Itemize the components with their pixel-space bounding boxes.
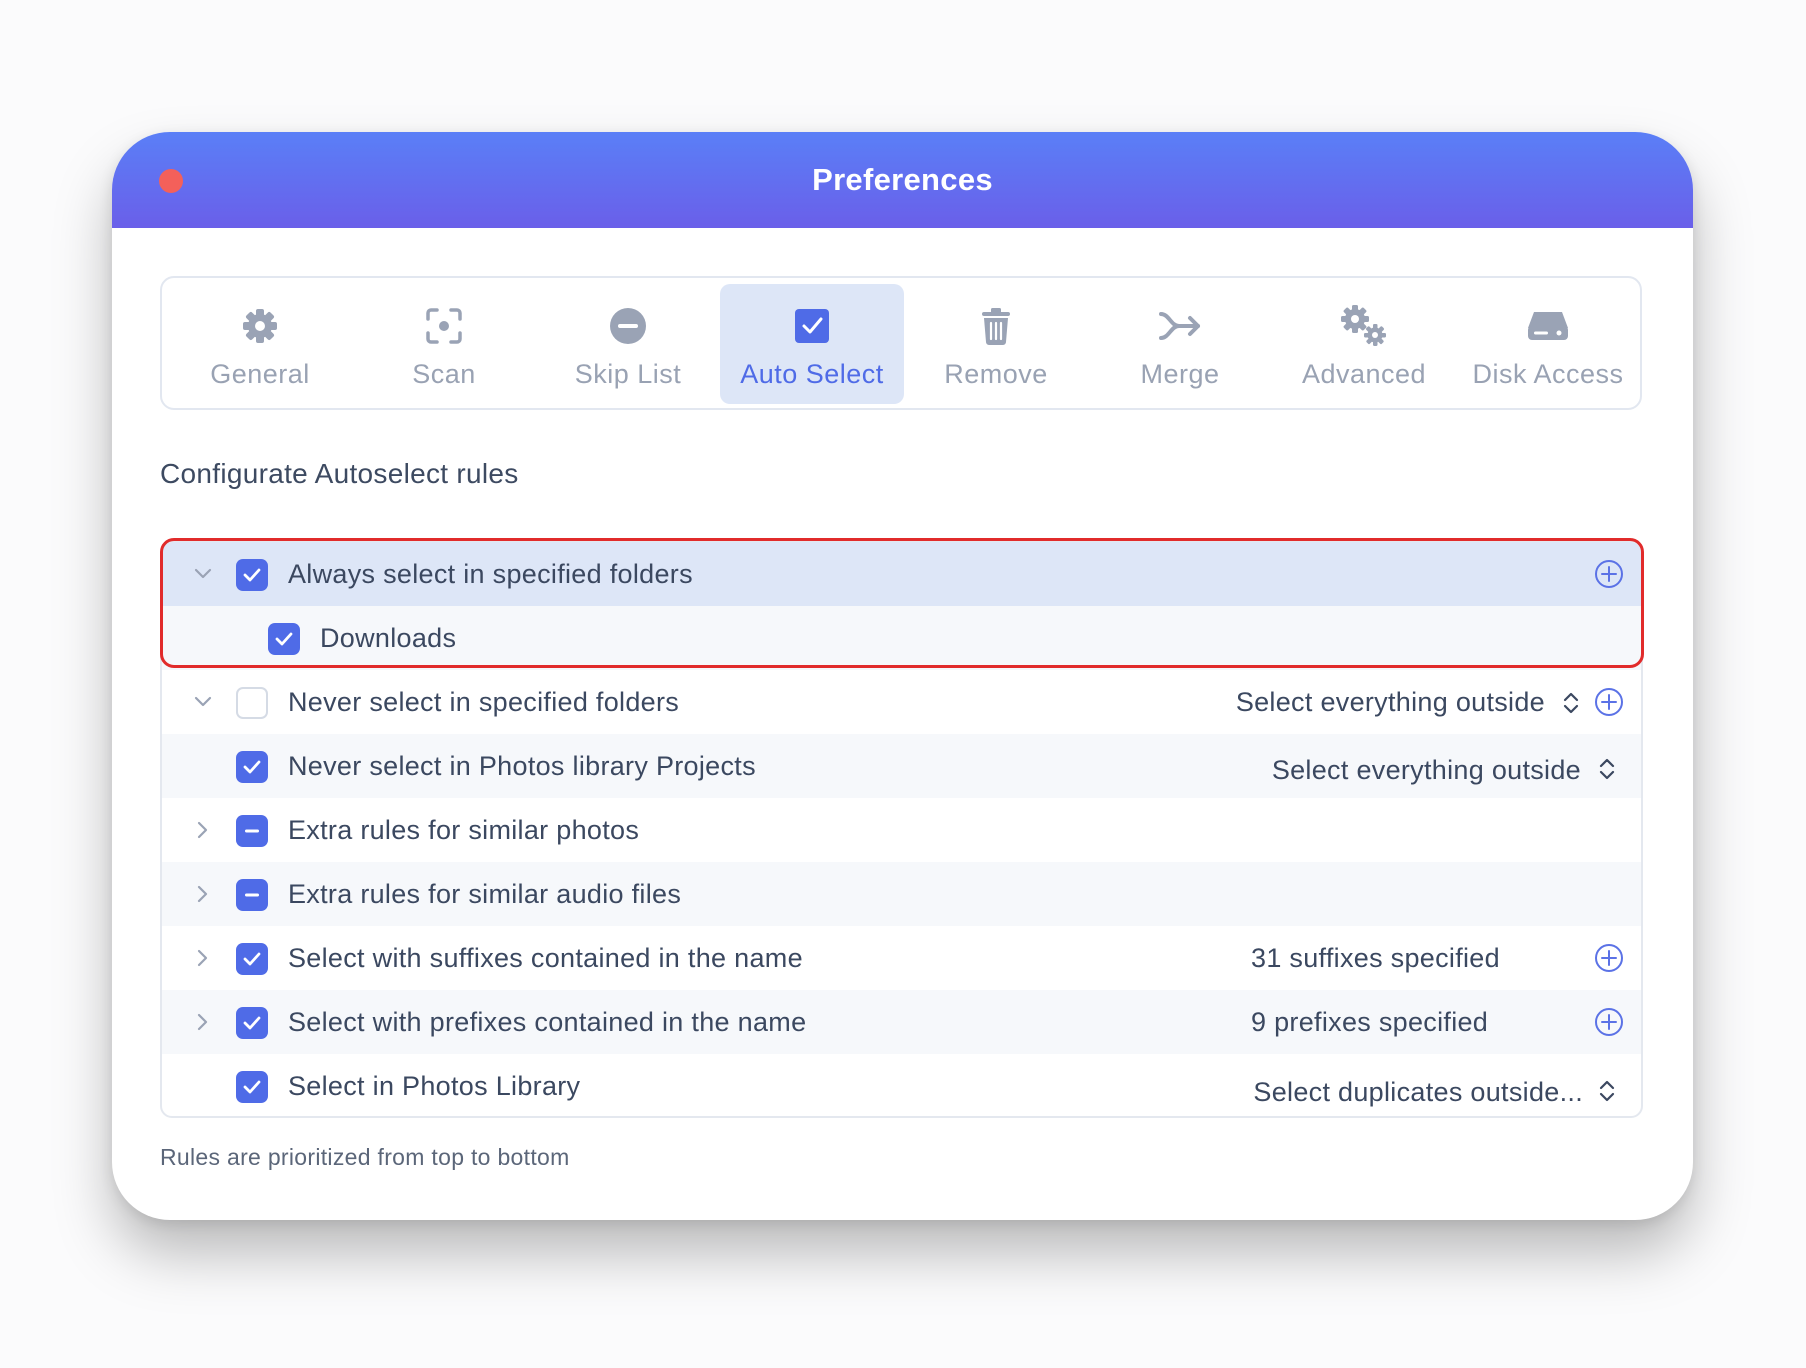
- add-circle-icon[interactable]: [1594, 1007, 1624, 1037]
- rule-checkbox[interactable]: [236, 815, 268, 847]
- updown-chevron-icon[interactable]: [1596, 1078, 1618, 1104]
- rule-option-select[interactable]: Select duplicates outside...: [1253, 1060, 1583, 1116]
- rule-option-select[interactable]: Select everything outside: [1272, 738, 1581, 802]
- rule-checkbox[interactable]: [236, 1071, 268, 1103]
- chevron-down-icon[interactable]: [190, 689, 216, 715]
- tab-general[interactable]: General: [168, 284, 352, 404]
- add-circle-icon[interactable]: [1594, 943, 1624, 973]
- tab-advanced[interactable]: Advanced: [1272, 284, 1456, 404]
- chevron-right-icon[interactable]: [190, 945, 216, 971]
- tab-scan[interactable]: Scan: [352, 284, 536, 404]
- window-title: Preferences: [812, 162, 993, 197]
- tab-skip-list[interactable]: Skip List: [536, 284, 720, 404]
- tab-auto-select[interactable]: Auto Select: [720, 284, 904, 404]
- chevron-right-icon[interactable]: [190, 817, 216, 843]
- rule-row-photos-projects[interactable]: Never select in Photos library Projects …: [162, 734, 1641, 798]
- preferences-toolbar: General Scan Skip List Auto Select Remov…: [160, 276, 1642, 410]
- rule-label: Select with suffixes contained in the na…: [288, 943, 803, 973]
- rule-checkbox[interactable]: [236, 751, 268, 783]
- tab-label: Remove: [944, 359, 1048, 389]
- rule-checkbox[interactable]: [236, 559, 268, 591]
- rule-row-prefixes[interactable]: Select with prefixes contained in the na…: [162, 990, 1641, 1054]
- tab-label: Auto Select: [740, 359, 884, 389]
- rule-row-similar-audio[interactable]: Extra rules for similar audio files: [162, 862, 1641, 926]
- rule-row-photos-library[interactable]: Select in Photos Library Select duplicat…: [162, 1054, 1641, 1116]
- rule-row-suffixes[interactable]: Select with suffixes contained in the na…: [162, 926, 1641, 990]
- rule-checkbox[interactable]: [268, 623, 300, 655]
- chevron-down-icon[interactable]: [190, 561, 216, 587]
- tab-merge[interactable]: Merge: [1088, 284, 1272, 404]
- rule-value: 31 suffixes specified: [1251, 943, 1500, 973]
- chevron-right-icon[interactable]: [190, 1009, 216, 1035]
- rule-checkbox[interactable]: [236, 943, 268, 975]
- minus-circle-icon: [536, 304, 720, 348]
- rule-label: Never select in specified folders: [288, 687, 680, 717]
- title-bar: Preferences: [112, 132, 1693, 228]
- rule-value: 9 prefixes specified: [1251, 1007, 1489, 1037]
- tab-label: Disk Access: [1472, 359, 1624, 389]
- rule-label: Extra rules for similar audio files: [288, 879, 682, 909]
- rule-label: Extra rules for similar photos: [288, 815, 640, 845]
- tab-disk-access[interactable]: Disk Access: [1456, 284, 1640, 404]
- updown-chevron-icon[interactable]: [1560, 690, 1582, 716]
- tab-label: Advanced: [1301, 359, 1427, 389]
- footer-note: Rules are prioritized from top to bottom: [160, 1144, 570, 1170]
- disk-icon: [1456, 304, 1640, 348]
- rule-checkbox[interactable]: [236, 1007, 268, 1039]
- checkbox-icon: [720, 304, 904, 348]
- rule-label: Select with prefixes contained in the na…: [288, 1007, 807, 1037]
- rule-checkbox[interactable]: [236, 687, 268, 719]
- rule-row-downloads[interactable]: Downloads: [162, 606, 1641, 670]
- add-circle-icon[interactable]: [1594, 687, 1624, 717]
- chevron-right-icon[interactable]: [190, 881, 216, 907]
- rule-option-select[interactable]: Select everything outside: [1236, 670, 1545, 734]
- trash-icon: [904, 304, 1088, 348]
- rule-label: Never select in Photos library Projects: [288, 751, 756, 781]
- preferences-window: Preferences General Scan Skip List Auto …: [112, 132, 1693, 1220]
- scan-icon: [352, 304, 536, 348]
- gear-icon: [168, 304, 352, 348]
- add-circle-icon[interactable]: [1594, 559, 1624, 589]
- rules-list: Always select in specified folders Downl…: [160, 540, 1643, 1118]
- section-title: Configurate Autoselect rules: [160, 458, 519, 489]
- tab-label: Scan: [412, 359, 476, 389]
- rule-checkbox[interactable]: [236, 879, 268, 911]
- rule-row-always-select[interactable]: Always select in specified folders: [162, 542, 1641, 606]
- merge-icon: [1088, 304, 1272, 348]
- rule-label: Always select in specified folders: [288, 559, 693, 589]
- tab-remove[interactable]: Remove: [904, 284, 1088, 404]
- gears-icon: [1272, 304, 1456, 348]
- rule-label: Select in Photos Library: [288, 1071, 581, 1101]
- tab-label: General: [210, 359, 310, 389]
- updown-chevron-icon[interactable]: [1596, 756, 1618, 782]
- rule-row-similar-photos[interactable]: Extra rules for similar photos: [162, 798, 1641, 862]
- tab-label: Merge: [1140, 359, 1220, 389]
- tab-label: Skip List: [574, 359, 682, 389]
- rule-row-never-select[interactable]: Never select in specified folders Select…: [162, 670, 1641, 734]
- rule-label: Downloads: [320, 623, 457, 653]
